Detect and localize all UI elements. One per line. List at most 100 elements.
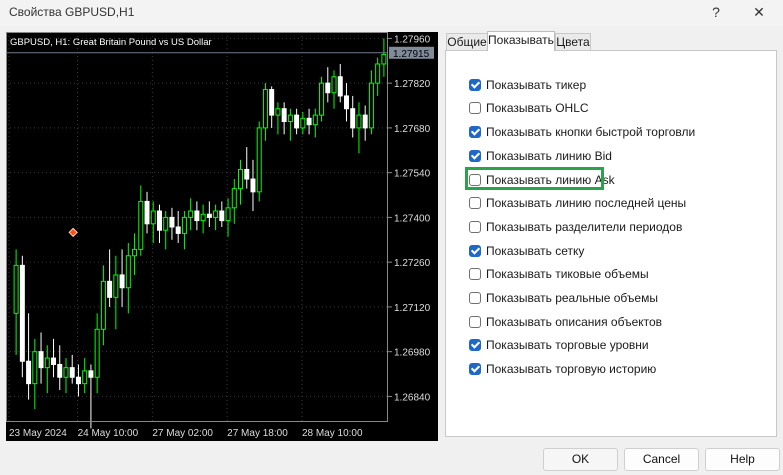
candle-body xyxy=(119,274,125,289)
checkbox[interactable] xyxy=(469,197,481,209)
candle-body xyxy=(194,210,200,222)
candle-body xyxy=(362,114,368,129)
candle-body xyxy=(188,210,194,218)
option-show-trade-history[interactable]: Показывать торговую историю xyxy=(469,360,656,378)
option-show-bid-line[interactable]: Показывать линию Bid xyxy=(469,147,612,165)
candle-body xyxy=(244,168,250,180)
candle-body xyxy=(331,76,337,94)
help-icon[interactable]: ? xyxy=(701,2,731,22)
candle-body xyxy=(175,226,181,234)
candle-body xyxy=(169,216,175,228)
help-button[interactable]: Help xyxy=(705,448,780,471)
candle-body xyxy=(138,200,144,250)
tab-colors-label: Цвета xyxy=(556,35,590,49)
price-label: 1.26840 xyxy=(394,392,431,403)
option-label: Показывать торговую историю xyxy=(486,362,657,376)
candle-body xyxy=(113,274,119,298)
time-label: 23 May 2024 xyxy=(9,428,67,439)
candle-body xyxy=(269,89,275,116)
candle-body xyxy=(356,114,362,129)
price-label: 1.27260 xyxy=(394,258,431,269)
checkbox[interactable] xyxy=(469,102,481,114)
price-label: 1.27680 xyxy=(394,124,431,135)
price-label: 1.27120 xyxy=(394,303,431,314)
option-show-quick-trade-buttons[interactable]: Показывать кнопки быстрой торговли xyxy=(469,123,695,141)
candle-body xyxy=(319,82,325,116)
title-bar: Свойства GBPUSD,H1 ? ✕ xyxy=(0,0,783,26)
option-label: Показывать тиковые объемы xyxy=(486,267,649,281)
candle-body xyxy=(281,108,287,123)
tab-general[interactable]: Общие xyxy=(446,33,488,50)
candle-body xyxy=(163,216,169,231)
option-show-ohlc[interactable]: Показывать OHLC xyxy=(469,99,589,117)
candle-body xyxy=(69,367,75,378)
price-label: 1.27400 xyxy=(394,213,431,224)
candle-body xyxy=(13,264,19,314)
option-label: Показывать кнопки быстрой торговли xyxy=(486,125,696,139)
option-label: Показывать OHLC xyxy=(486,101,589,115)
option-show-last-price-line[interactable]: Показывать линию последней цены xyxy=(469,194,686,212)
candles xyxy=(13,38,387,429)
candle-body xyxy=(225,207,231,222)
tab-general-label: Общие xyxy=(447,35,487,49)
close-icon[interactable]: ✕ xyxy=(744,2,774,22)
checkbox[interactable] xyxy=(469,150,481,162)
candle-body xyxy=(238,168,244,190)
checkbox[interactable] xyxy=(469,79,481,91)
checkbox[interactable] xyxy=(469,339,481,351)
checkbox[interactable] xyxy=(469,126,481,138)
chart-preview: 1.27960 1.27820 1.27680 1.27540 1.27400 1.272… xyxy=(6,32,438,441)
price-label: 1.26980 xyxy=(394,348,431,359)
candle-body xyxy=(368,82,374,129)
candle-body xyxy=(19,264,25,362)
option-show-trade-levels[interactable]: Показывать торговые уровни xyxy=(469,336,649,354)
options-panel: Показывать тикер Показывать OHLC Показыв… xyxy=(445,50,777,437)
price-label: 1.27540 xyxy=(394,169,431,180)
tab-show[interactable]: Показывать xyxy=(487,31,555,51)
option-show-real-volumes[interactable]: Показывать реальные объемы xyxy=(469,289,658,307)
candle-body xyxy=(88,370,94,378)
ok-button[interactable]: OK xyxy=(543,448,618,471)
checkbox[interactable] xyxy=(469,363,481,375)
candle-body xyxy=(343,95,349,110)
option-label: Показывать описания объектов xyxy=(486,315,663,329)
checkbox[interactable] xyxy=(469,221,481,233)
option-show-ticker[interactable]: Показывать тикер xyxy=(469,76,586,94)
candle-body xyxy=(250,178,256,193)
time-label: 28 May 10:00 xyxy=(302,428,363,439)
checkbox[interactable] xyxy=(469,292,481,304)
candle-body xyxy=(287,114,293,123)
candlestick-chart: 1.27960 1.27820 1.27680 1.27540 1.27400 1.272… xyxy=(6,32,434,439)
candle-body xyxy=(306,117,312,126)
option-show-grid[interactable]: Показывать сетку xyxy=(469,242,584,260)
checkbox[interactable] xyxy=(469,316,481,328)
tab-colors[interactable]: Цвета xyxy=(555,33,591,50)
candle-body xyxy=(350,108,356,129)
candle-body xyxy=(213,210,219,218)
candle-body xyxy=(38,351,44,369)
candle-body xyxy=(312,114,318,126)
window-title: Свойства GBPUSD,H1 xyxy=(9,5,135,19)
option-show-period-separators[interactable]: Показывать разделители периодов xyxy=(469,218,682,236)
checkbox[interactable] xyxy=(469,268,481,280)
ask-line-highlight xyxy=(465,167,604,190)
candle-body xyxy=(337,76,343,97)
candle-body xyxy=(156,210,162,231)
option-show-object-descriptions[interactable]: Показывать описания объектов xyxy=(469,313,662,331)
option-label: Показывать сетку xyxy=(486,244,585,258)
option-label: Показывать тикер xyxy=(486,78,587,92)
option-label: Показывать линию последней цены xyxy=(486,196,687,210)
candle-body xyxy=(200,213,206,222)
candle-body xyxy=(300,117,306,129)
option-label: Показывать реальные объемы xyxy=(486,291,658,305)
checkbox[interactable] xyxy=(469,245,481,257)
price-label: 1.27820 xyxy=(394,79,431,90)
cancel-button[interactable]: Cancel xyxy=(624,448,699,471)
time-label: 27 May 02:00 xyxy=(152,428,213,439)
option-show-tick-volumes[interactable]: Показывать тиковые объемы xyxy=(469,265,649,283)
option-label: Показывать разделители периодов xyxy=(486,220,683,234)
candle-body xyxy=(125,255,131,289)
candle-body xyxy=(381,53,387,65)
candle-body xyxy=(144,200,150,225)
candle-body xyxy=(150,210,156,225)
